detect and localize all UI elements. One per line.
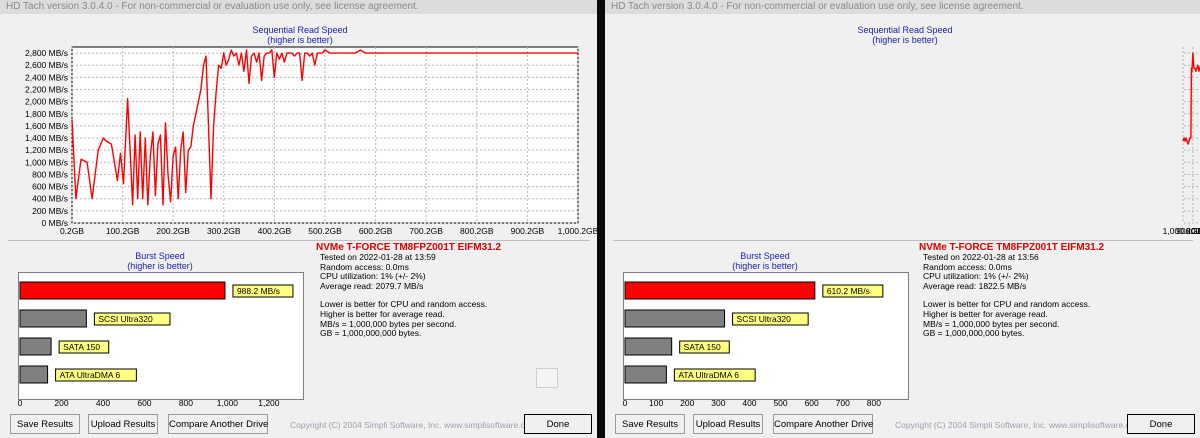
y-tick-label: 2,600 MB/s: [25, 60, 68, 70]
results-panel: NVMe T-FORCE TM8FPZ001T EIFM31.2 Tested …: [919, 242, 1104, 339]
y-tick-label: 1,200 MB/s: [25, 145, 68, 155]
info-line: GB = 1,000,000,000 bytes.: [320, 328, 422, 339]
compare-another-drive-button[interactable]: Compare Another Drive: [773, 414, 873, 434]
info-line: GB = 1,000,000,000 bytes.: [923, 328, 1025, 339]
burst-tick-label: 1,200: [258, 398, 280, 408]
sequential-read-chart: 2,800 MB/s 2,600 MB/s 2,400 MB/s 2,200 MB/s…: [25, 46, 597, 236]
compare-another-drive-button[interactable]: Compare Another Drive: [168, 414, 268, 434]
save-results-button[interactable]: Save Results: [10, 414, 80, 434]
burst-bar-reference: [19, 309, 87, 328]
burst-tick-label: 200: [54, 398, 68, 408]
sequential-read-chart: 2,800 MB/s2,600 MB/s2,400 MB/s2,200 MB/s…: [1163, 47, 1200, 236]
y-tick-label: 600 MB/s: [32, 182, 68, 192]
x-tick-label: 1,000.2GB: [558, 226, 597, 236]
burst-tick-label: 0: [623, 398, 628, 408]
x-tick-label: 0.2GB: [60, 226, 84, 236]
copyright-text: Copyright (C) 2004 Simpli Software, Inc.…: [290, 420, 537, 430]
x-tick-label: 800.2GB: [460, 226, 494, 236]
x-tick-label: 900.2GB: [511, 226, 545, 236]
y-tick-label: 1,600 MB/s: [25, 121, 68, 131]
burst-speed-subtitle: (higher is better): [732, 261, 798, 271]
simpli-logo-icon: [536, 368, 558, 388]
burst-bar-label: ATA UltraDMA 6: [60, 370, 121, 380]
x-tick-label: 100.2GB: [106, 226, 140, 236]
burst-bar-reference: [624, 337, 673, 356]
y-tick-label: 200 MB/s: [32, 206, 68, 216]
read-speed-series-line: [1182, 52, 1200, 145]
burst-bar-reference: [624, 365, 667, 384]
burst-bar-label: SCSI Ultra320: [98, 314, 153, 324]
burst-bar-label: 610.2 MB/s: [827, 286, 870, 296]
y-tick-label: 2,200 MB/s: [25, 84, 68, 94]
y-tick-label: 2,000 MB/s: [25, 97, 68, 107]
y-tick-label: 1,400 MB/s: [25, 133, 68, 143]
upload-results-button[interactable]: Upload Results: [88, 414, 158, 434]
burst-bar-drive: [19, 281, 226, 300]
burst-bar-label: 988.2 MB/s: [237, 286, 280, 296]
burst-speed-subtitle: (higher is better): [127, 261, 193, 271]
y-tick-label: 1,000 MB/s: [25, 157, 68, 167]
x-tick-label: 700.2GB: [409, 226, 443, 236]
burst-speed-chart: 610.2 MB/s SCSI Ultra320 SATA 150 ATA Ultra…: [623, 281, 884, 408]
burst-tick-label: 800: [179, 398, 193, 408]
y-tick-label: 800 MB/s: [32, 169, 68, 179]
hdtach-window-left: HD Tach version 3.0.4.0 - For non-commer…: [0, 0, 597, 438]
window-title: HD Tach version 3.0.4.0 - For non-commer…: [0, 0, 597, 14]
burst-tick-label: 700: [836, 398, 850, 408]
burst-tick-label: 100: [649, 398, 663, 408]
window-divider: [597, 0, 605, 438]
burst-tick-label: 1,000: [217, 398, 239, 408]
burst-tick-label: 500: [773, 398, 787, 408]
x-tick-label: 300.2GB: [207, 226, 241, 236]
burst-bar-reference: [19, 337, 52, 356]
y-tick-label: 1,800 MB/s: [25, 109, 68, 119]
burst-bar-label: SCSI Ultra320: [737, 314, 792, 324]
burst-bar-label: SATA 150: [63, 342, 100, 352]
burst-tick-label: 400: [96, 398, 110, 408]
info-line: Average read: 2079.7 MB/s: [320, 280, 424, 291]
window-title: HD Tach version 3.0.4.0 - For non-commer…: [605, 0, 1200, 14]
section-divider: [8, 240, 590, 241]
section-divider: [613, 240, 1193, 241]
burst-tick-label: 600: [805, 398, 819, 408]
burst-speed-chart: 988.2 MB/s SCSI Ultra320 SATA 150 ATA Ultra…: [18, 281, 294, 408]
burst-bar-drive: [624, 281, 816, 300]
burst-bar-reference: [19, 365, 49, 384]
y-tick-label: 2,400 MB/s: [25, 72, 68, 82]
x-tick-label: 400.2GB: [258, 226, 292, 236]
burst-tick-label: 400: [742, 398, 756, 408]
burst-tick-label: 200: [680, 398, 694, 408]
burst-bar-label: SATA 150: [684, 342, 721, 352]
x-tick-label: 500.2GB: [308, 226, 342, 236]
y-tick-label: 400 MB/s: [32, 194, 68, 204]
done-button[interactable]: Done: [1127, 414, 1195, 434]
burst-tick-label: 800: [867, 398, 881, 408]
done-button[interactable]: Done: [524, 414, 592, 434]
copyright-text: Copyright (C) 2004 Simpli Software, Inc.…: [895, 420, 1142, 430]
x-tick-label: 600.2GB: [359, 226, 393, 236]
y-tick-label: 2,800 MB/s: [25, 48, 68, 58]
burst-tick-label: 600: [137, 398, 151, 408]
burst-bar-reference: [624, 309, 726, 328]
results-panel: NVMe T-FORCE TM8FPZ001T EIFM31.2 Tested …: [316, 242, 501, 339]
x-tick-label: 200.2GB: [156, 226, 190, 236]
x-tick-label: 1,000.2GB: [1163, 226, 1200, 236]
burst-tick-label: 0: [18, 398, 23, 408]
save-results-button[interactable]: Save Results: [615, 414, 685, 434]
burst-bar-label: ATA UltraDMA 6: [678, 370, 739, 380]
upload-results-button[interactable]: Upload Results: [693, 414, 763, 434]
info-line: Average read: 1822.5 MB/s: [923, 280, 1027, 291]
burst-tick-label: 300: [711, 398, 725, 408]
hdtach-window-right: HD Tach version 3.0.4.0 - For non-commer…: [605, 0, 1200, 438]
